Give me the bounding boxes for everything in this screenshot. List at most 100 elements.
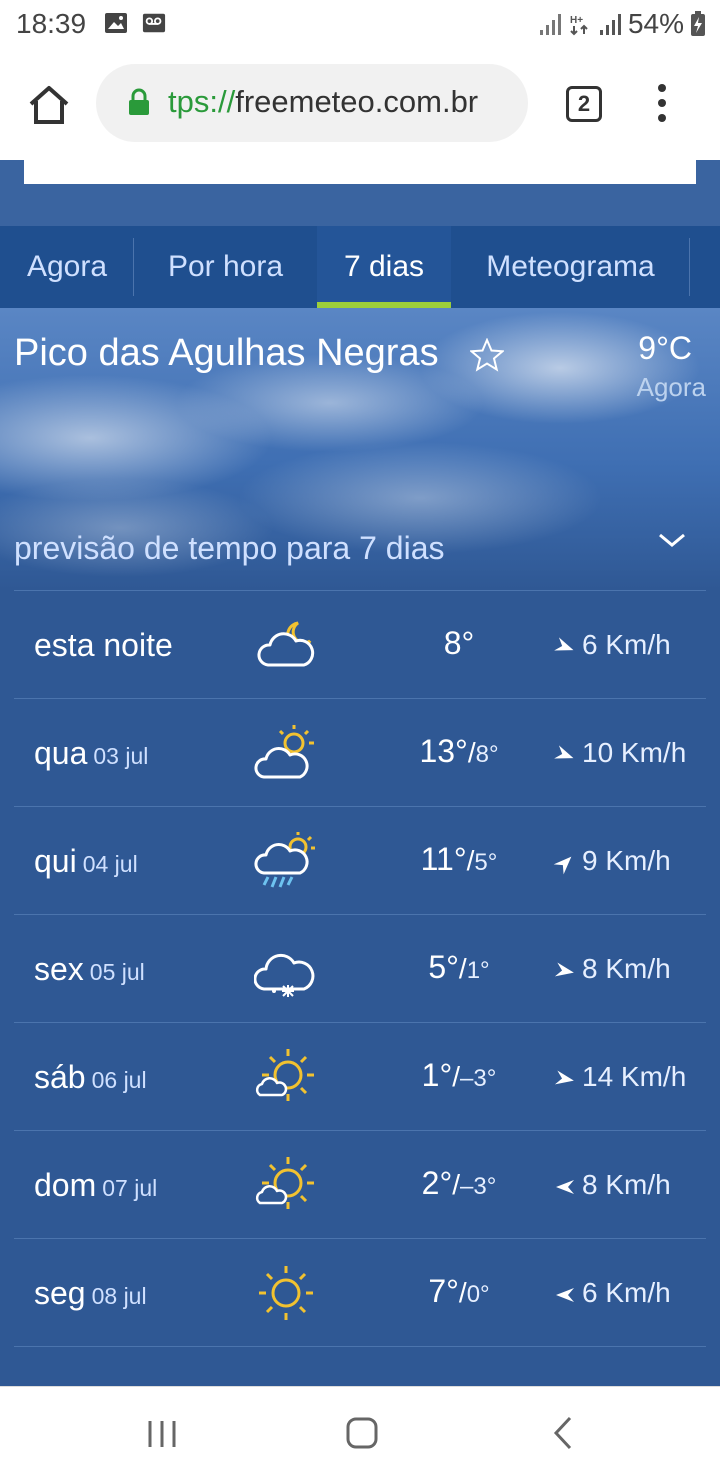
voicemail-notification-icon: [142, 13, 166, 33]
forecast-row[interactable]: qua 03 jul 13°/8° 10 Km/h: [14, 698, 706, 806]
temp-min: 0°: [466, 1281, 490, 1308]
svg-text:H+: H+: [570, 15, 583, 26]
day-name: esta noite: [34, 627, 173, 663]
ad-banner[interactable]: [24, 160, 696, 184]
day-date: 07 jul: [102, 1175, 158, 1201]
temp-separator: /: [467, 737, 476, 768]
wind-direction-icon: [556, 1287, 574, 1302]
chevron-down-icon[interactable]: [656, 530, 688, 550]
forecast-row[interactable]: sáb 06 jul 1°/–3° 14 Km/h: [14, 1022, 706, 1130]
wind-value: 6 Km/h: [582, 629, 671, 660]
temp-min: 8°: [475, 741, 499, 768]
temp-max: 11°: [420, 841, 467, 877]
gallery-notification-icon: [105, 13, 127, 33]
sun-small-cloud-icon: [255, 1049, 314, 1101]
favorite-star-icon[interactable]: [470, 338, 504, 372]
wind-direction-icon: [554, 962, 574, 976]
tab-switcher-button[interactable]: 2: [566, 86, 602, 122]
tab-label: Meteograma: [486, 250, 655, 283]
forecast-day: sex 05 jul: [34, 951, 145, 988]
forecast-row[interactable]: esta noite 8° 6 Km/h: [14, 590, 706, 698]
sun-small-cloud-icon: [255, 1157, 314, 1209]
system-navigation-bar: [0, 1386, 720, 1481]
forecast-tabs: Agora Por hora 7 dias Meteograma: [0, 226, 720, 308]
tab-agora[interactable]: Agora: [0, 226, 134, 308]
recents-icon[interactable]: [146, 1419, 178, 1449]
browser-toolbar: tps://freemeteo.com.br 2: [0, 50, 720, 160]
day-date: 04 jul: [82, 851, 138, 877]
forecast-temps: 2°/–3°: [344, 1165, 574, 1202]
wind-speed: 8 Km/h: [554, 953, 671, 985]
forecast-row[interactable]: seg 08 jul 7°/0° 6 Km/h: [14, 1238, 706, 1347]
battery-percent: 54%: [627, 8, 684, 39]
more-menu-button[interactable]: [655, 84, 669, 124]
temp-separator: /: [458, 1277, 467, 1308]
forecast-list: esta noite 8° 6 Km/h qua 03 jul 13°/8° 10…: [14, 590, 706, 1347]
wind-speed: 9 Km/h: [553, 845, 671, 877]
forecast-temps: 1°/–3°: [344, 1057, 574, 1094]
forecast-day: dom 07 jul: [34, 1167, 157, 1204]
forecast-day: qui 04 jul: [34, 843, 138, 880]
temp-max: 2°: [421, 1165, 453, 1201]
lock-icon: [129, 88, 149, 115]
forecast-heading: previsão de tempo para 7 dias: [14, 530, 445, 566]
day-name: sex: [34, 951, 84, 987]
temp-max: 13°: [419, 733, 468, 769]
forecast-temps: 8°: [344, 625, 574, 662]
day-name: seg: [34, 1275, 86, 1311]
temp-separator: /: [452, 1061, 461, 1092]
forecast-row[interactable]: dom 07 jul 2°/–3° 8 Km/h: [14, 1130, 706, 1238]
tab-meteograma[interactable]: Meteograma: [451, 226, 690, 308]
home-icon[interactable]: [26, 82, 72, 128]
tab-7-dias[interactable]: 7 dias: [317, 226, 451, 308]
day-name: qui: [34, 843, 77, 879]
wind-speed: 6 Km/h: [554, 1277, 671, 1309]
current-label: Agora: [636, 372, 706, 402]
day-date: 03 jul: [93, 743, 149, 769]
wind-speed: 6 Km/h: [554, 629, 671, 661]
forecast-day: esta noite: [34, 627, 173, 664]
tab-por-hora[interactable]: Por hora: [134, 226, 317, 308]
signal-icon-2: [599, 14, 621, 35]
temp-min: 5°: [474, 849, 498, 876]
tab-label: 7 dias: [343, 250, 425, 283]
temp-min: –3°: [460, 1173, 497, 1200]
back-icon[interactable]: [553, 1415, 573, 1451]
forecast-row[interactable]: sex 05 jul 5°/1° 8 Km/h: [14, 914, 706, 1022]
wind-value: 8 Km/h: [582, 1169, 671, 1200]
forecast-day: qua 03 jul: [34, 735, 148, 772]
location-hero: Pico das Agulhas Negras 9°C Agora previs…: [0, 308, 720, 590]
menu-dot: [658, 84, 666, 92]
temp-min: 1°: [466, 957, 490, 984]
forecast-row[interactable]: qui 04 jul 11°/5° 9 Km/h: [14, 806, 706, 914]
wind-speed: 14 Km/h: [554, 1061, 686, 1093]
partly-cloudy-night-icon: [257, 621, 315, 667]
wind-value: 9 Km/h: [582, 845, 671, 876]
menu-dot: [658, 114, 666, 122]
wind-speed: 8 Km/h: [554, 1169, 671, 1201]
status-bar: 18:39 H+ 54%: [0, 0, 720, 50]
wind-direction-icon: [554, 744, 574, 759]
battery-charging-icon: [691, 11, 705, 36]
temp-max: 1°: [421, 1057, 453, 1093]
forecast-temps: 5°/1°: [344, 949, 574, 986]
forecast-temps: 7°/0°: [344, 1273, 574, 1310]
day-name: dom: [34, 1167, 97, 1203]
address-bar[interactable]: tps://freemeteo.com.br: [96, 64, 528, 142]
wind-value: 8 Km/h: [582, 953, 671, 984]
temp-separator: /: [458, 953, 467, 984]
home-nav-icon[interactable]: [346, 1417, 378, 1449]
wind-value: 6 Km/h: [582, 1277, 671, 1308]
signal-icon: [539, 14, 561, 35]
wind-value: 14 Km/h: [582, 1061, 687, 1092]
partly-cloudy-day-icon: [254, 725, 314, 779]
temp-min: –3°: [460, 1065, 497, 1092]
tab-label: Agora: [26, 250, 108, 283]
url-scheme: tps://: [168, 84, 236, 119]
day-date: 08 jul: [91, 1283, 147, 1309]
data-hplus-icon: H+: [570, 15, 588, 36]
temp-separator: /: [452, 1169, 461, 1200]
url-text: tps://freemeteo.com.br: [168, 84, 478, 120]
day-date: 06 jul: [91, 1067, 147, 1093]
day-name: sáb: [34, 1059, 86, 1095]
